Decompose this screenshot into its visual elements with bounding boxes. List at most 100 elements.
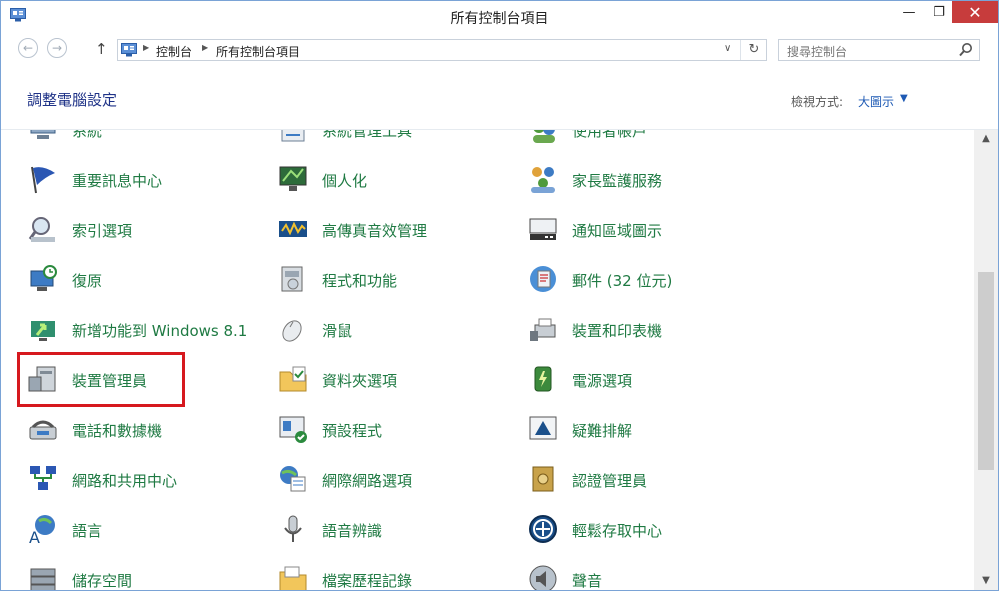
item-sound[interactable]: 聲音 [527, 559, 767, 590]
breadcrumb-all-items[interactable]: 所有控制台項目 [216, 43, 300, 60]
item-notification-area[interactable]: 通知區域圖示 [527, 209, 767, 249]
address-bar[interactable]: ▶ 控制台 ▶ 所有控制台項目 ∨ ↻ [117, 39, 767, 61]
item-indexing-options[interactable]: 索引選項 [27, 209, 267, 249]
scroll-down-arrow-icon[interactable]: ▼ [974, 572, 998, 590]
storage-spaces-icon [30, 568, 56, 590]
vertical-scrollbar[interactable]: ▲ ▼ [974, 130, 998, 590]
item-label: 系統 [72, 130, 103, 140]
item-label: 網路和共用中心 [72, 472, 178, 490]
close-button[interactable]: ✕ [952, 1, 998, 23]
item-label: 使用者帳戶 [572, 130, 648, 140]
navigation-bar: ← → ↑ ▶ 控制台 ▶ 所有控制台項目 ∨ ↻ 搜尋控制台 [1, 31, 998, 67]
item-label: 通知區域圖示 [572, 222, 663, 240]
scrollbar-thumb[interactable] [978, 272, 994, 471]
ease-of-access-icon [529, 515, 557, 543]
view-by-dropdown[interactable]: 大圖示 [858, 93, 894, 110]
page-header: 調整電腦設定 檢視方式: 大圖示 ▼ [1, 67, 998, 130]
file-history-icon [279, 566, 307, 590]
view-by-label: 檢視方式: [791, 95, 844, 109]
indexing-options-icon [28, 217, 55, 242]
language-icon: A [29, 515, 55, 545]
admin-tools-icon [281, 130, 305, 142]
item-storage-spaces[interactable]: 儲存空間 [27, 559, 267, 590]
item-mail[interactable]: 郵件 (32 位元) [527, 259, 767, 299]
item-system[interactable]: 系統 [27, 130, 267, 149]
items-grid: 系統 系統管理工具 使用者帳戶 重要訊息中心 個人化 家長監護服務 索引選項 高… [1, 130, 974, 590]
item-add-features[interactable]: 新增功能到 Windows 8.1 [27, 309, 267, 349]
item-admin-tools[interactable]: 系統管理工具 [277, 130, 517, 149]
action-center-flag-icon [31, 166, 55, 194]
item-mouse[interactable]: 滑鼠 [277, 309, 517, 349]
network-sharing-icon [30, 466, 56, 490]
item-label: 個人化 [322, 172, 368, 190]
restore-button[interactable]: ❐ [926, 1, 952, 23]
item-recovery[interactable]: 復原 [27, 259, 267, 299]
item-network-sharing[interactable]: 網路和共用中心 [27, 459, 267, 499]
item-file-history[interactable]: 檔案歷程記錄 [277, 559, 517, 590]
item-label: 重要訊息中心 [72, 172, 163, 190]
title-bar[interactable]: 所有控制台項目 — ❐ ✕ [1, 1, 998, 31]
credential-manager-icon [532, 466, 554, 492]
minimize-button[interactable]: — [892, 1, 926, 23]
power-options-icon [534, 366, 552, 392]
search-input[interactable]: 搜尋控制台 [787, 43, 847, 60]
item-family-safety[interactable]: 家長監護服務 [527, 159, 767, 199]
item-label: 預設程式 [322, 422, 383, 440]
item-label: 聲音 [572, 572, 603, 590]
folder-options-icon [279, 366, 307, 392]
forward-button[interactable]: → [47, 38, 67, 58]
page-title: 調整電腦設定 [27, 91, 118, 109]
highlight-box-device-manager [17, 352, 185, 407]
item-power-options[interactable]: 電源選項 [527, 359, 767, 399]
item-label: 疑難排解 [572, 422, 633, 440]
address-dropdown-icon[interactable]: ∨ [724, 43, 731, 54]
item-label: 語音辨識 [322, 522, 383, 540]
svg-text:A: A [29, 528, 40, 545]
item-folder-options[interactable]: 資料夾選項 [277, 359, 517, 399]
back-button[interactable]: ← [18, 38, 38, 58]
item-hd-audio[interactable]: 高傳真音效管理 [277, 209, 517, 249]
add-features-icon [31, 321, 55, 341]
item-user-accounts[interactable]: 使用者帳戶 [527, 130, 767, 149]
refresh-button[interactable]: ↻ [740, 40, 767, 60]
item-troubleshooting[interactable]: 疑難排解 [527, 409, 767, 449]
item-programs-features[interactable]: 程式和功能 [277, 259, 517, 299]
system-icon [30, 130, 56, 139]
search-icon[interactable] [959, 42, 973, 58]
item-label: 儲存空間 [72, 572, 133, 590]
item-devices-printers[interactable]: 裝置和印表機 [527, 309, 767, 349]
item-credential-manager[interactable]: 認證管理員 [527, 459, 767, 499]
notification-area-icon [529, 218, 557, 240]
item-label: 家長監護服務 [572, 172, 663, 190]
item-label: 程式和功能 [322, 272, 398, 290]
item-label: 資料夾選項 [322, 372, 398, 390]
breadcrumb-control-panel[interactable]: 控制台 [156, 43, 192, 60]
item-personalization[interactable]: 個人化 [277, 159, 517, 199]
control-panel-window: 所有控制台項目 — ❐ ✕ ← → ↑ ▶ 控制台 ▶ 所有控制台項目 ∨ ↻ … [0, 0, 999, 591]
item-language[interactable]: A 語言 [27, 509, 267, 549]
programs-features-icon [281, 266, 303, 292]
chevron-down-icon[interactable]: ▼ [900, 93, 908, 104]
item-label: 系統管理工具 [322, 130, 413, 140]
up-button[interactable]: ↑ [95, 40, 108, 58]
item-default-programs[interactable]: 預設程式 [277, 409, 517, 449]
troubleshooting-icon [529, 416, 557, 440]
item-phone-modem[interactable]: 電話和數據機 [27, 409, 267, 449]
devices-printers-icon [530, 318, 556, 341]
recovery-icon [30, 265, 57, 291]
item-speech-recognition[interactable]: 語音辨識 [277, 509, 517, 549]
item-label: 新增功能到 Windows 8.1 [72, 322, 248, 340]
item-label: 電源選項 [572, 372, 633, 390]
family-safety-icon [531, 167, 555, 193]
item-ease-of-access[interactable]: 輕鬆存取中心 [527, 509, 767, 549]
breadcrumb-separator-icon[interactable]: ▶ [143, 43, 149, 52]
internet-options-icon [280, 466, 306, 492]
scroll-up-arrow-icon[interactable]: ▲ [974, 130, 998, 148]
mail-icon [530, 266, 556, 292]
default-programs-icon [279, 416, 307, 443]
breadcrumb-separator-icon[interactable]: ▶ [202, 43, 208, 52]
item-action-center[interactable]: 重要訊息中心 [27, 159, 267, 199]
item-label: 電話和數據機 [72, 422, 163, 440]
search-box[interactable]: 搜尋控制台 [778, 39, 980, 61]
item-internet-options[interactable]: 網際網路選項 [277, 459, 517, 499]
